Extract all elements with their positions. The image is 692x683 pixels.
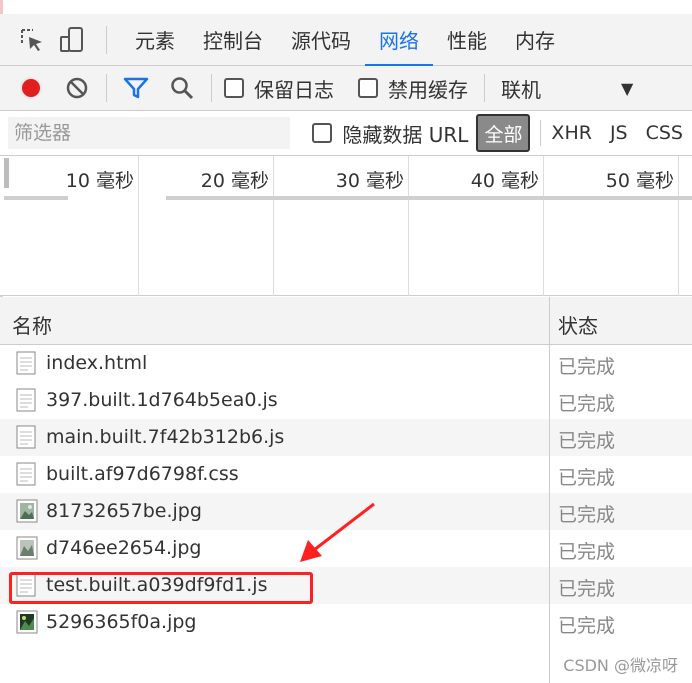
- request-status: 已完成: [558, 356, 616, 378]
- request-name: 397.built.1d764b5ea0.js: [46, 389, 278, 411]
- top-strip: [0, 0, 692, 14]
- request-name: 5296365f0a.jpg: [46, 611, 197, 633]
- checkbox-box[interactable]: [312, 123, 333, 143]
- watermark: CSDN @微凉呀: [563, 656, 678, 675]
- table-header: 名称 状态: [0, 297, 692, 345]
- record-icon: [20, 77, 42, 99]
- document-icon: [16, 351, 36, 375]
- clear-button[interactable]: [54, 66, 100, 111]
- request-table: 名称 状态 index.html 已完成 397.built.1d764b5ea…: [0, 297, 692, 683]
- image-icon: [16, 610, 38, 634]
- column-header-status[interactable]: 状态: [558, 310, 598, 339]
- filter-type-all[interactable]: 全部: [476, 114, 531, 152]
- request-name: 81732657be.jpg: [46, 500, 202, 522]
- throttling-select[interactable]: 联机 ▼: [501, 66, 633, 111]
- disable-cache-checkbox[interactable]: 禁用缓存: [358, 66, 468, 111]
- devtools-tab-bar: 元素 控制台 源代码 网络 性能 内存: [0, 14, 692, 67]
- filter-type-css[interactable]: CSS: [637, 111, 692, 156]
- filter-input[interactable]: [8, 117, 291, 149]
- filter-toggle-button[interactable]: [113, 66, 159, 111]
- timeline-tick-label: 30 毫秒: [335, 170, 404, 192]
- tab-sources[interactable]: 源代码: [277, 14, 365, 66]
- column-divider[interactable]: [549, 297, 550, 683]
- request-status: 已完成: [558, 467, 616, 489]
- annotation-arrow-icon: [300, 502, 375, 562]
- checkbox-box[interactable]: [224, 78, 244, 98]
- request-status: 已完成: [558, 430, 616, 452]
- cursor-select-icon: [21, 28, 42, 51]
- record-button[interactable]: [8, 66, 54, 111]
- device-toolbar-button[interactable]: [52, 14, 92, 66]
- preserve-log-label: 保留日志: [254, 77, 334, 102]
- device-mobile-icon: [60, 26, 83, 52]
- table-row[interactable]: main.built.7f42b312b6.js 已完成: [0, 419, 692, 456]
- timeline-tick-label: 10 毫秒: [65, 170, 134, 192]
- tab-network[interactable]: 网络: [365, 14, 433, 67]
- tab-separator: [106, 25, 107, 54]
- filter-type-xhr[interactable]: XHR: [541, 111, 601, 156]
- request-status: 已完成: [558, 393, 616, 415]
- highlight-box: [9, 572, 313, 604]
- table-row[interactable]: 5296365f0a.jpg 已完成: [0, 604, 692, 641]
- request-status: 已完成: [558, 504, 616, 526]
- request-name: main.built.7f42b312b6.js: [46, 426, 285, 448]
- checkbox-box[interactable]: [358, 78, 378, 98]
- script-icon: [16, 388, 36, 412]
- dropdown-arrow-icon: ▼: [621, 78, 634, 98]
- network-toolbar: 保留日志 禁用缓存 联机 ▼: [0, 66, 692, 111]
- tab-elements[interactable]: 元素: [121, 14, 189, 66]
- timeline-tick-label: 20 毫秒: [200, 170, 269, 192]
- toolbar-separator: [106, 74, 107, 102]
- request-name: built.af97d6798f.css: [46, 463, 239, 485]
- throttling-value: 联机: [501, 77, 541, 102]
- tab-console[interactable]: 控制台: [189, 14, 277, 66]
- request-name: index.html: [46, 352, 148, 374]
- table-row[interactable]: 397.built.1d764b5ea0.js 已完成: [0, 382, 692, 419]
- hide-data-urls-checkbox[interactable]: 隐藏数据 URL: [312, 111, 468, 156]
- timeline-labels: 10 毫秒 20 毫秒 30 毫秒 40 毫秒 50 毫秒: [0, 156, 692, 200]
- script-icon: [16, 425, 36, 449]
- filter-type-js[interactable]: JS: [601, 111, 637, 156]
- timeline-tick-label: 40 毫秒: [470, 170, 539, 192]
- request-status: 已完成: [558, 541, 616, 563]
- filter-icon: [123, 77, 149, 99]
- hide-data-urls-label: 隐藏数据 URL: [342, 122, 469, 147]
- image-icon: [16, 499, 38, 523]
- tab-performance[interactable]: 性能: [433, 14, 501, 66]
- disable-cache-label: 禁用缓存: [388, 77, 468, 102]
- table-row[interactable]: built.af97d6798f.css 已完成: [0, 456, 692, 493]
- request-name: d746ee2654.jpg: [46, 537, 202, 559]
- inspect-element-button[interactable]: [12, 14, 52, 66]
- network-timeline-overview[interactable]: 10 毫秒 20 毫秒 30 毫秒 40 毫秒 50 毫秒: [0, 156, 692, 296]
- tab-memory[interactable]: 内存: [501, 14, 569, 66]
- clear-icon: [66, 77, 88, 99]
- request-status: 已完成: [558, 578, 616, 600]
- filter-bar: 隐藏数据 URL 全部 XHR JS CSS: [0, 111, 692, 156]
- request-status: 已完成: [558, 615, 616, 637]
- image-icon: [16, 536, 38, 560]
- search-button[interactable]: [159, 66, 205, 111]
- stylesheet-icon: [16, 462, 36, 486]
- search-icon: [171, 77, 194, 100]
- preserve-log-checkbox[interactable]: 保留日志: [224, 66, 334, 111]
- timeline-tick-label: 50 毫秒: [605, 170, 674, 192]
- table-row[interactable]: index.html 已完成: [0, 345, 692, 382]
- column-header-name[interactable]: 名称: [12, 310, 52, 339]
- toolbar-separator: [484, 74, 485, 102]
- toolbar-separator: [211, 74, 212, 102]
